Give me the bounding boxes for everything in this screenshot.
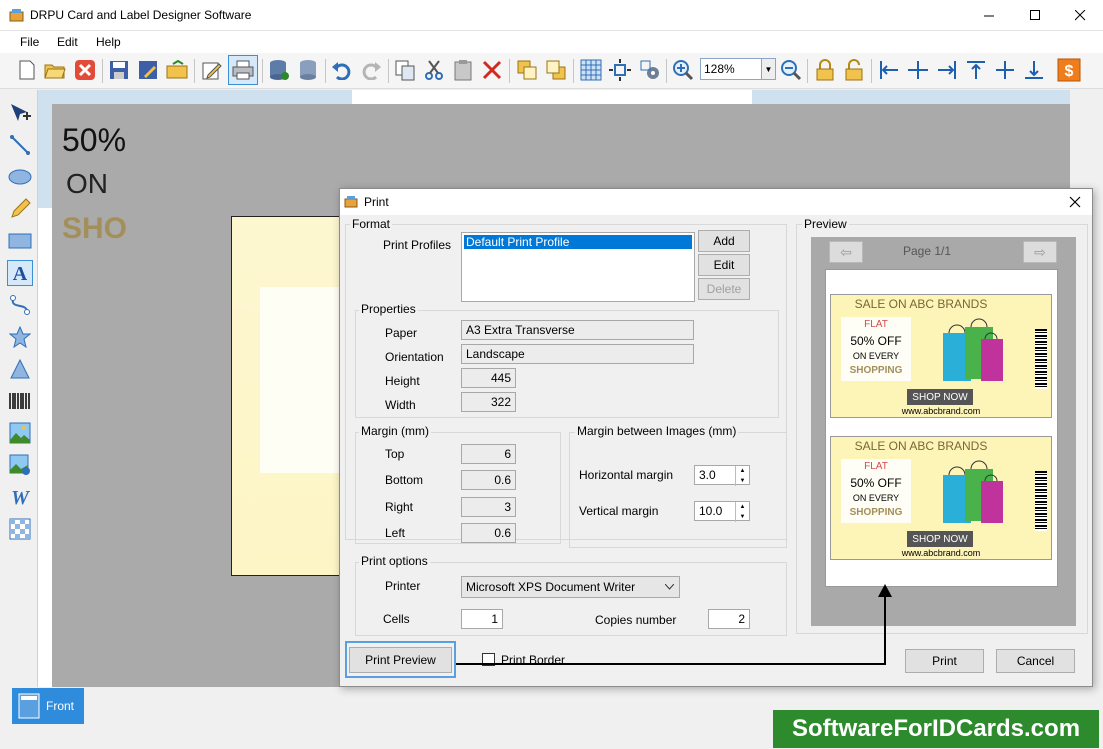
annotation-arrow bbox=[456, 584, 892, 665]
